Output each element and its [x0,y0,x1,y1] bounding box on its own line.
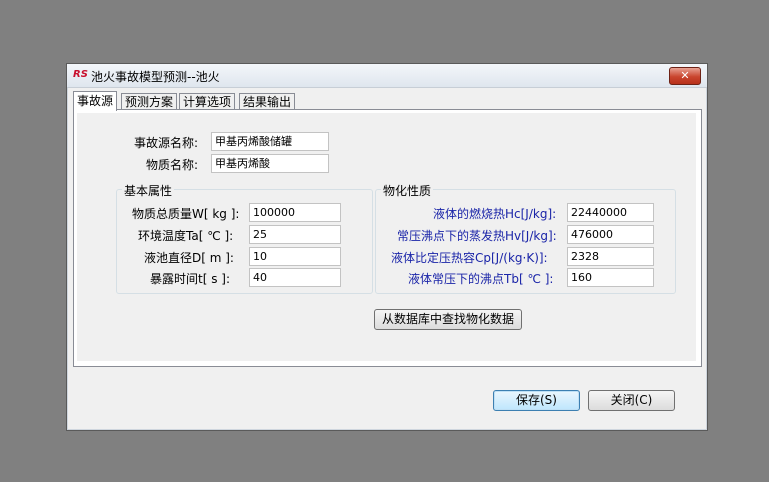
physchem-properties-title: 物化性质 [381,182,434,199]
window-title: 池火事故模型预测--池火 [91,70,220,84]
ambient-temp-label: 环境温度Ta[ ℃ ]: [138,229,234,243]
tab-accident-source[interactable]: 事故源 [73,91,118,111]
exposure-time-label: 暴露时间t[ s ]: [150,272,230,286]
exposure-time-input[interactable]: 40 [249,268,341,287]
tab-prediction-plan[interactable]: 预测方案 [121,93,178,110]
source-name-input[interactable]: 甲基丙烯酸储罐 [211,132,329,151]
lookup-database-button[interactable]: 从数据库中查找物化数据 [374,309,522,330]
evaporation-heat-label: 常压沸点下的蒸发热Hv[J/kg]: [397,229,557,243]
basic-properties-title: 基本属性 [122,182,175,199]
heat-capacity-input[interactable]: 2328 [567,247,654,266]
substance-name-label: 物质名称: [146,158,199,172]
source-name-label: 事故源名称: [134,136,199,150]
ambient-temp-input[interactable]: 25 [249,225,341,244]
pool-diameter-input[interactable]: 10 [249,247,341,266]
app-logo-icon: RS [73,69,88,80]
mass-label: 物质总质量W[ kg ]: [132,207,240,221]
evaporation-heat-input[interactable]: 476000 [567,225,654,244]
close-button[interactable]: 关闭(C) [588,390,675,411]
boiling-point-label: 液体常压下的沸点Tb[ ℃ ]: [408,272,554,286]
mass-input[interactable]: 100000 [249,203,341,222]
heat-capacity-label: 液体比定压热容Cp[J/(kg·K)]: [391,251,548,265]
save-button[interactable]: 保存(S) [493,390,580,411]
tab-calc-options[interactable]: 计算选项 [179,93,236,110]
dialog-window: RS 池火事故模型预测--池火 ✕ 事故源 预测方案 计算选项 结果输出 事故源… [66,63,708,431]
window-close-button[interactable]: ✕ [669,67,701,85]
combustion-heat-label: 液体的燃烧热Hc[J/kg]: [433,207,557,221]
pool-diameter-label: 液池直径D[ m ]: [144,251,234,265]
tab-content: 事故源名称: 甲基丙烯酸储罐 物质名称: 甲基丙烯酸 基本属性 物质总质量W[ … [77,113,696,361]
title-bar[interactable]: RS 池火事故模型预测--池火 ✕ [67,64,707,88]
tab-panel: 事故源名称: 甲基丙烯酸储罐 物质名称: 甲基丙烯酸 基本属性 物质总质量W[ … [73,109,702,367]
combustion-heat-input[interactable]: 22440000 [567,203,654,222]
substance-name-input[interactable]: 甲基丙烯酸 [211,154,329,173]
boiling-point-input[interactable]: 160 [567,268,654,287]
tab-result-output[interactable]: 结果输出 [239,93,296,110]
